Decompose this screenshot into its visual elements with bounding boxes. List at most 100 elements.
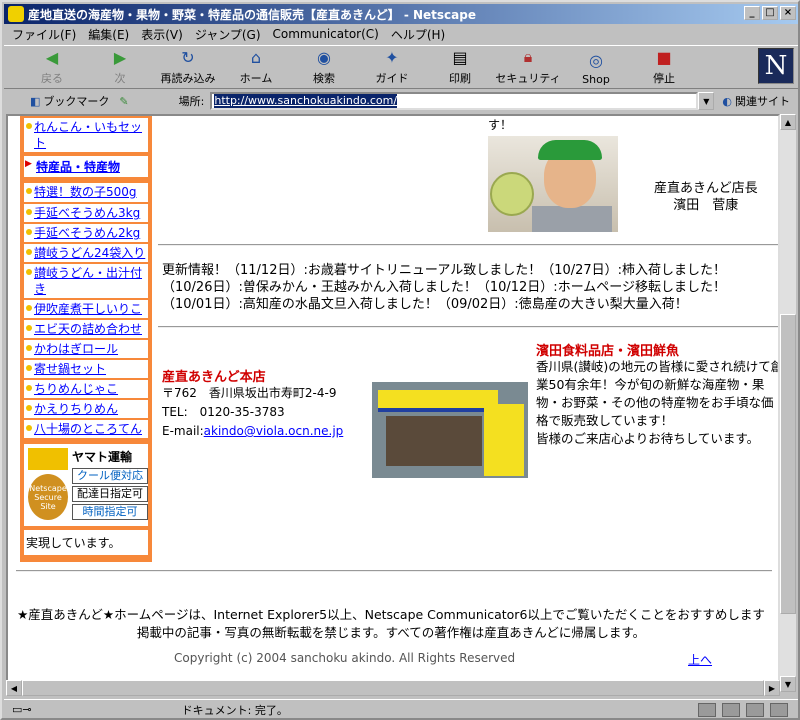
vertical-scrollbar[interactable]: ▲ ▼ xyxy=(780,114,796,692)
home-icon: ⌂ xyxy=(250,47,262,67)
netscape-logo[interactable]: N xyxy=(758,48,794,84)
navigator-icon[interactable] xyxy=(698,702,716,717)
yamato-shipping-box: ヤマト運輸 Netscape Secure Site クール便対応 配達日指定可… xyxy=(24,444,148,526)
secure-site-seal[interactable]: Netscape Secure Site xyxy=(28,474,68,520)
title-bar: 産地直送の海産物・果物・野菜・特産品の通信販売【産直あきんど】 - Netsca… xyxy=(4,4,798,24)
menu-file[interactable]: ファイル(F) xyxy=(12,26,76,43)
store-address: 〒762 香川県坂出市寿町2-4-9 xyxy=(162,386,337,400)
location-label: 場所: xyxy=(178,95,205,108)
sidebar-item[interactable]: 寄せ鍋セット xyxy=(24,360,148,378)
store-contact-info: 〒762 香川県坂出市寿町2-4-9 TEL: 0120-35-3783 E-m… xyxy=(162,384,343,441)
mail-icon[interactable] xyxy=(722,702,740,717)
divider xyxy=(158,326,778,328)
security-button[interactable]: 🔒︎ セキュリティ xyxy=(494,46,562,88)
horizontal-scrollbar[interactable]: ◀ ▶ xyxy=(6,680,780,696)
shop-icon: ◎ xyxy=(589,50,603,70)
page-proxy-icon[interactable]: ✎ xyxy=(119,95,128,108)
store-email-row: E-mail:akindo@viola.ocn.ne.jp xyxy=(162,424,344,438)
maximize-button[interactable]: □ xyxy=(762,6,778,20)
page-viewport[interactable]: れんこん・いもセット 特産品・特産物 特選！数の子500g 手延べそうめん3kg… xyxy=(6,114,780,692)
search-button[interactable]: ◉ 検索 xyxy=(290,46,358,88)
menu-edit[interactable]: 編集(E) xyxy=(88,26,129,43)
forward-button[interactable]: ▶ 次 xyxy=(86,46,154,88)
store-name: 産直あきんど本店 xyxy=(162,370,266,385)
sidebar-item[interactable]: 手延べそうめん2kg xyxy=(24,224,148,242)
connection-icon: ▭⊸ xyxy=(12,703,32,716)
store-manager-caption: 産直あきんど店長 濱田 菅康 xyxy=(654,180,758,214)
store-phone: TEL: 0120-35-3783 xyxy=(162,405,285,419)
menu-go[interactable]: ジャンプ(G) xyxy=(195,26,261,43)
back-to-top-link[interactable]: 上へ xyxy=(688,651,712,668)
bookmarks-button[interactable]: ◧ ブックマーク xyxy=(30,93,109,109)
manager-name: 濱田 菅康 xyxy=(673,198,739,213)
scroll-down-button[interactable]: ▼ xyxy=(780,676,796,692)
security-lock-icon: 🔒︎ xyxy=(523,47,533,66)
menu-help[interactable]: ヘルプ(H) xyxy=(391,26,445,43)
sidebar-item[interactable]: エビ天の詰め合わせ xyxy=(24,320,148,338)
sidebar-item[interactable]: かわはぎロール xyxy=(24,340,148,358)
status-bar: ▭⊸ ドキュメント: 完了。 xyxy=(4,699,798,719)
window-title: 産地直送の海産物・果物・野菜・特産品の通信販売【産直あきんど】 - Netsca… xyxy=(28,7,476,22)
sidebar-item[interactable]: 讃岐うどん・出汁付き xyxy=(24,264,148,298)
newsgroup-icon[interactable] xyxy=(746,702,764,717)
hamada-store-description: 香川県(讃岐)の地元の皆様に愛され続けて創業50有余年！今が旬の新鮮な海産物・果… xyxy=(536,359,780,446)
home-button[interactable]: ⌂ ホーム xyxy=(222,46,290,88)
product-sidebar: れんこん・いもセット 特産品・特産物 特選！数の子500g 手延べそうめん3kg… xyxy=(20,116,152,562)
vertical-scroll-thumb[interactable] xyxy=(780,314,796,614)
manager-title: 産直あきんど店長 xyxy=(654,181,758,196)
reload-icon: ↻ xyxy=(181,47,195,67)
browser-window: 産地直送の海産物・果物・野菜・特産品の通信販売【産直あきんど】 - Netsca… xyxy=(0,0,800,720)
sidebar-item[interactable]: かえりちりめん xyxy=(24,400,148,418)
sidebar-item[interactable]: 八十場のところてん xyxy=(24,420,148,438)
horizontal-scroll-thumb[interactable] xyxy=(22,680,764,696)
stop-button[interactable]: ■ 停止 xyxy=(630,46,698,88)
related-sites-button[interactable]: ◐ 関連サイト xyxy=(722,93,790,109)
print-button[interactable]: ▤ 印刷 xyxy=(426,46,494,88)
scroll-left-button[interactable]: ◀ xyxy=(6,680,22,696)
component-bar xyxy=(698,702,788,717)
url-field[interactable]: http://www.sanchokuakindo.com/ xyxy=(210,92,699,110)
back-button[interactable]: ◀ 戻る xyxy=(18,46,86,88)
scroll-up-button[interactable]: ▲ xyxy=(780,114,796,130)
store-manager-photo xyxy=(488,136,618,232)
copyright-line: Copyright (c) 2004 sanchoku akindo. All … xyxy=(174,651,516,665)
copyright-notice: 掲載中の記事・写真の無断転載を禁じます。すべての著作権は産直あきんどに帰属します… xyxy=(136,625,646,640)
related-icon: ◐ xyxy=(722,94,732,108)
footer-notice: ★産直あきんど★ホームページは、Internet Explorer5以上、Net… xyxy=(8,606,774,642)
close-button[interactable]: × xyxy=(780,6,796,20)
scroll-right-button[interactable]: ▶ xyxy=(764,680,780,696)
menu-view[interactable]: 表示(V) xyxy=(141,26,183,43)
sidebar-item[interactable]: 讃岐うどん24袋入り xyxy=(24,244,148,262)
sidebar-item[interactable]: ちりめんじゃこ xyxy=(24,380,148,398)
sidebar-item-lotus-potato[interactable]: れんこん・いもセット xyxy=(24,118,148,152)
cool-delivery-badge: クール便対応 xyxy=(72,468,148,484)
search-icon: ◉ xyxy=(317,47,331,67)
navigation-toolbar: ◀ 戻る ▶ 次 ↻ 再読み込み ⌂ ホーム ◉ 検索 ✦ ガイド ▤ 印刷 🔒︎ セキュリティ… xyxy=(4,45,798,89)
guide-button[interactable]: ✦ ガイド xyxy=(358,46,426,88)
main-content: す！ 産直あきんど店長 濱田 菅康 更新情報！（11/12日）:お歳暮サイトリニ… xyxy=(158,116,778,562)
shop-button[interactable]: ◎ Shop xyxy=(562,46,630,88)
composer-icon[interactable] xyxy=(770,702,788,717)
news-updates: 更新情報！（11/12日）:お歳暮サイトリニューアル致しました！（10/27日）… xyxy=(162,263,727,312)
status-text: ドキュメント: 完了。 xyxy=(181,703,288,717)
menu-communicator[interactable]: Communicator(C) xyxy=(273,27,379,41)
url-dropdown-button[interactable]: ▼ xyxy=(698,92,715,110)
cut-off-text: す！ xyxy=(488,118,513,132)
divider xyxy=(16,570,772,572)
store-email-link[interactable]: akindo@viola.ocn.ne.jp xyxy=(204,424,344,438)
sidebar-item[interactable]: 手延べそうめん3kg xyxy=(24,204,148,222)
hamada-store-title: 濱田食料品店・濱田鮮魚 xyxy=(536,344,680,359)
forward-arrow-icon: ▶ xyxy=(113,47,127,67)
minimize-button[interactable]: _ xyxy=(744,6,760,20)
sidebar-footer-text: 実現しています。 xyxy=(24,530,148,555)
delivery-date-badge: 配達日指定可 xyxy=(72,486,148,502)
bookmark-icon: ◧ xyxy=(30,94,41,108)
sidebar-item[interactable]: 特選！数の子500g xyxy=(24,183,148,202)
menu-bar: ファイル(F) 編集(E) 表示(V) ジャンプ(G) Communicator… xyxy=(4,24,798,44)
sidebar-section-specialty[interactable]: 特産品・特産物 xyxy=(24,156,148,177)
storefront-photo xyxy=(372,382,528,478)
reload-button[interactable]: ↻ 再読み込み xyxy=(154,46,222,88)
back-arrow-icon: ◀ xyxy=(45,47,59,67)
sidebar-item[interactable]: 伊吹産煮干しいりこ xyxy=(24,300,148,318)
guide-icon: ✦ xyxy=(385,47,399,67)
